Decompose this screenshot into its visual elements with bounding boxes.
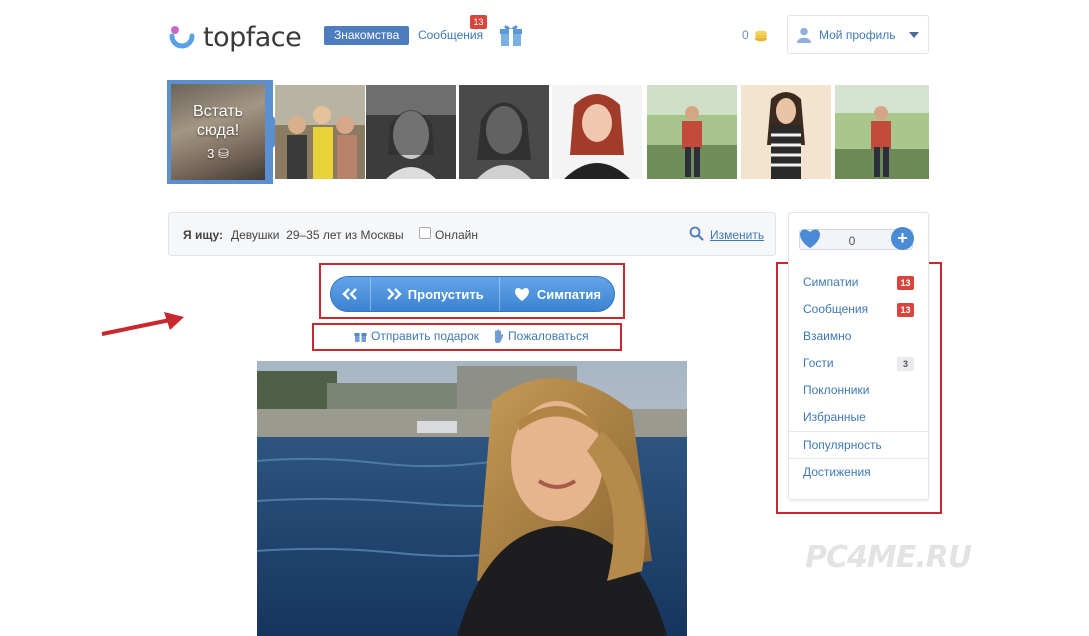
change-filter-link[interactable]: Изменить bbox=[710, 228, 764, 242]
online-checkbox[interactable] bbox=[419, 227, 431, 239]
action-button-group: Пропустить Симпатия bbox=[330, 276, 615, 312]
coins-balance[interactable]: 0 bbox=[742, 28, 768, 42]
stand-here-cost: 3 ⛁ bbox=[171, 146, 265, 162]
sidebar-item-label: Избранные bbox=[803, 410, 866, 424]
strip-thumb[interactable] bbox=[552, 85, 642, 179]
sidebar-item-likes[interactable]: Симпатии 13 bbox=[789, 269, 928, 296]
coins-icon bbox=[754, 30, 767, 42]
stand-here-button[interactable]: Встать сюда! 3 ⛁ bbox=[167, 80, 273, 184]
my-profile-label: Мой профиль bbox=[819, 27, 896, 42]
count-badge: 13 bbox=[897, 303, 914, 317]
report-link[interactable]: Пожаловаться bbox=[493, 329, 589, 343]
strip-thumb[interactable] bbox=[835, 85, 929, 179]
send-gift-link[interactable]: Отправить подарок bbox=[354, 329, 479, 343]
strip-thumb[interactable] bbox=[647, 85, 737, 179]
sidebar-menu: Симпатии 13 Сообщения 13 Взаимно Гости 3… bbox=[789, 269, 928, 485]
like-button[interactable]: Симпатия bbox=[500, 277, 614, 311]
skip-label: Пропустить bbox=[407, 286, 484, 302]
back-button[interactable] bbox=[331, 277, 371, 311]
logo-text: topface bbox=[203, 21, 302, 53]
watermark: PC4ME.RU bbox=[805, 540, 972, 575]
gift-icon bbox=[354, 332, 367, 342]
skip-button[interactable]: Пропустить bbox=[371, 277, 500, 311]
annotation-arrow bbox=[101, 312, 184, 336]
search-filter-bar: Я ищу: Девушки 29–35 лет из Москвы Онлай… bbox=[168, 212, 776, 256]
stand-here-cost-value: 3 bbox=[207, 146, 215, 161]
sidebar-item-mutual[interactable]: Взаимно bbox=[789, 323, 928, 350]
sidebar-item-favorites[interactable]: Избранные bbox=[789, 404, 928, 431]
secondary-actions: Отправить подарок Пожаловаться bbox=[354, 329, 589, 343]
gift-icon[interactable] bbox=[498, 22, 524, 48]
nav-dating-tab[interactable]: Знакомства bbox=[324, 26, 410, 45]
sidebar-item-label: Поклонники bbox=[803, 383, 870, 397]
strip-thumb[interactable] bbox=[459, 85, 549, 179]
sidebar-item-label: Достижения bbox=[803, 465, 871, 479]
stand-here-label: Встать сюда! bbox=[192, 103, 244, 139]
heart-icon bbox=[800, 229, 820, 248]
count-badge: 3 bbox=[897, 357, 914, 371]
add-likes-button[interactable]: + bbox=[891, 227, 914, 250]
send-gift-label: Отправить подарок bbox=[371, 329, 480, 343]
strip-thumb[interactable] bbox=[366, 85, 456, 179]
double-chevron-right-icon bbox=[386, 288, 402, 300]
user-icon bbox=[797, 27, 811, 43]
sidebar: 0 + Симпатии 13 Сообщения 13 Взаимно Гос… bbox=[788, 212, 929, 500]
coins-count: 0 bbox=[742, 28, 749, 42]
heart-icon bbox=[514, 288, 529, 301]
strip-thumb[interactable] bbox=[741, 85, 831, 179]
logo-icon bbox=[169, 26, 195, 49]
profile-photo[interactable] bbox=[257, 361, 687, 636]
count-badge: 13 bbox=[897, 276, 914, 290]
nav-messages-link[interactable]: Сообщения bbox=[418, 28, 483, 42]
sidebar-item-guests[interactable]: Гости 3 bbox=[789, 350, 928, 377]
chevron-down-icon bbox=[909, 32, 919, 38]
sidebar-item-fans[interactable]: Поклонники bbox=[789, 377, 928, 404]
my-profile-button[interactable]: Мой профиль bbox=[787, 15, 929, 54]
double-chevron-left-icon bbox=[342, 288, 358, 300]
sidebar-item-popularity[interactable]: Популярность bbox=[789, 431, 928, 458]
sidebar-item-achievements[interactable]: Достижения bbox=[789, 458, 928, 485]
sidebar-item-label: Популярность bbox=[803, 438, 882, 452]
sidebar-item-label: Сообщения bbox=[803, 302, 869, 316]
photo-strip: Встать сюда! 3 ⛁ bbox=[167, 80, 929, 184]
like-label: Симпатия bbox=[536, 286, 601, 302]
topface-logo[interactable]: topface bbox=[167, 20, 302, 54]
sidebar-item-label: Симпатии bbox=[803, 275, 859, 289]
sidebar-item-label: Взаимно bbox=[803, 329, 852, 343]
search-label: Я ищу: bbox=[183, 228, 223, 242]
search-icon[interactable] bbox=[689, 226, 704, 241]
report-label: Пожаловаться bbox=[508, 329, 589, 343]
search-criteria: Девушки 29–35 лет из Москвы bbox=[231, 228, 404, 242]
sidebar-item-label: Гости bbox=[803, 356, 834, 370]
coins-icon: ⛁ bbox=[217, 146, 229, 161]
strip-thumb[interactable] bbox=[275, 85, 365, 179]
sidebar-item-messages[interactable]: Сообщения 13 bbox=[789, 296, 928, 323]
online-label[interactable]: Онлайн bbox=[435, 228, 478, 242]
hand-icon bbox=[495, 329, 504, 343]
messages-count-badge: 13 bbox=[470, 15, 487, 29]
